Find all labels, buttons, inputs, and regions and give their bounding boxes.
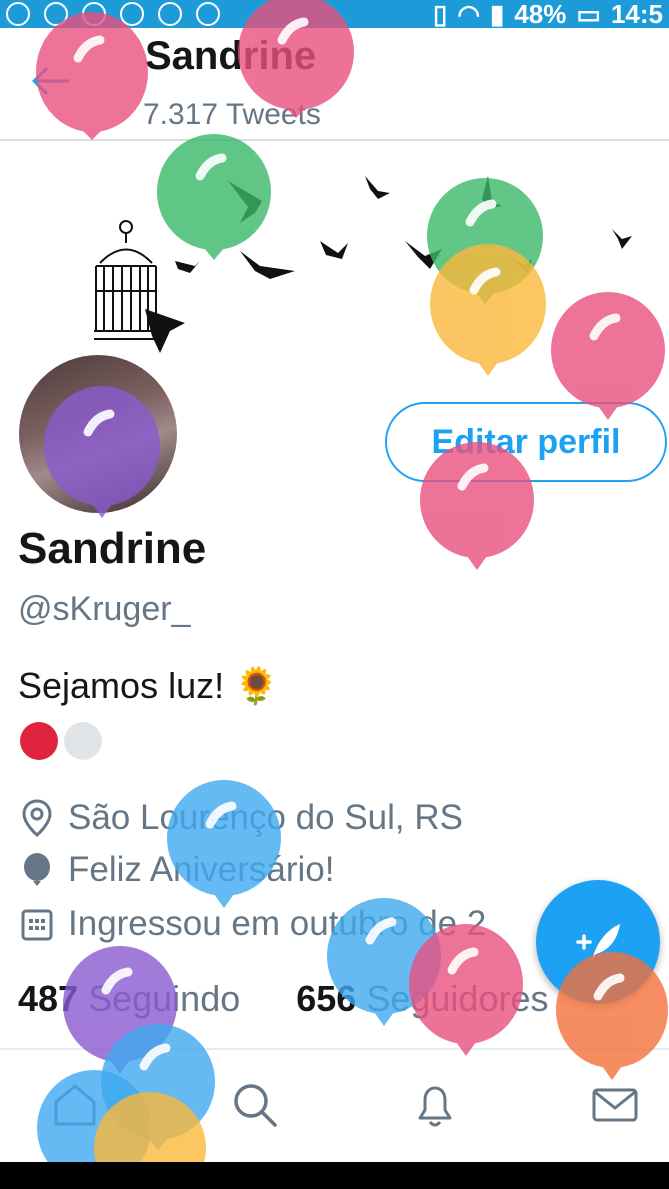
- clock: 14:5: [610, 0, 663, 29]
- balloon-icon: [24, 853, 50, 886]
- profile-header: Sandrine 7.317 Tweets: [0, 28, 669, 141]
- followers-link[interactable]: 656 Seguidores: [296, 978, 548, 1019]
- follow-counts: 487 Seguindo 656 Seguidores: [18, 978, 549, 1020]
- signal-icon: ▮: [490, 0, 505, 29]
- system-navigation-bar: [0, 1162, 669, 1189]
- battery-level: 48%: [514, 0, 567, 29]
- following-link[interactable]: 487 Seguindo: [18, 978, 240, 1019]
- profile-name: Sandrine: [18, 524, 207, 573]
- compose-feather-icon: [576, 924, 620, 960]
- bottom-navigation: [0, 1050, 669, 1162]
- profile-banner[interactable]: [0, 141, 669, 361]
- whatsapp-icon: [196, 2, 220, 26]
- white-circle-emoji: [64, 722, 102, 760]
- back-arrow-icon[interactable]: [30, 66, 70, 96]
- battery-icon: ▭: [576, 0, 601, 29]
- bio-emoji-dots: [20, 722, 102, 760]
- profile-handle: @sKruger_: [18, 590, 191, 628]
- notifications-bell-icon[interactable]: [410, 1080, 460, 1130]
- tweet-count: 7.317 Tweets: [143, 98, 321, 131]
- play-icon: [6, 2, 30, 26]
- search-icon[interactable]: [230, 1080, 280, 1130]
- home-icon[interactable]: [50, 1080, 100, 1130]
- person-add-icon: [82, 2, 106, 26]
- edit-profile-button[interactable]: Editar perfil: [385, 402, 667, 482]
- location-row: São Lourenço do Sul, RS: [20, 798, 463, 838]
- profile-avatar[interactable]: [16, 352, 180, 516]
- wifi-icon: ◠: [457, 0, 481, 29]
- profile-bio: Sejamos luz! 🌻: [18, 665, 279, 706]
- location-text: São Lourenço do Sul, RS: [68, 798, 463, 837]
- system-status: ▯ ◠ ▮ 48% ▭ 14:5: [433, 0, 663, 29]
- notification-icons: [6, 2, 220, 26]
- status-bar: ▯ ◠ ▮ 48% ▭ 14:5: [0, 0, 669, 29]
- nav-icon: [158, 2, 182, 26]
- birdcage-banner-image: [94, 176, 632, 353]
- red-circle-emoji: [20, 722, 58, 760]
- followers-count: 656: [296, 978, 357, 1019]
- compose-tweet-button[interactable]: [536, 880, 660, 1004]
- facebook-icon: [44, 2, 68, 26]
- following-count: 487: [18, 978, 79, 1019]
- calendar-icon: [21, 909, 53, 941]
- joined-row: Ingressou em outubro de 2: [20, 904, 486, 944]
- location-pin-icon: [22, 799, 52, 837]
- following-label: Seguindo: [88, 978, 241, 1019]
- messages-envelope-icon[interactable]: [590, 1080, 640, 1130]
- birthday-text: Feliz Aniversário!: [68, 850, 335, 889]
- birthday-row: Feliz Aniversário!: [20, 850, 334, 890]
- followers-label: Seguidores: [366, 978, 549, 1019]
- vibrate-icon: ▯: [433, 0, 448, 29]
- header-title: Sandrine: [145, 34, 317, 78]
- joined-text: Ingressou em outubro de 2: [68, 904, 487, 943]
- facebook-icon: [120, 2, 144, 26]
